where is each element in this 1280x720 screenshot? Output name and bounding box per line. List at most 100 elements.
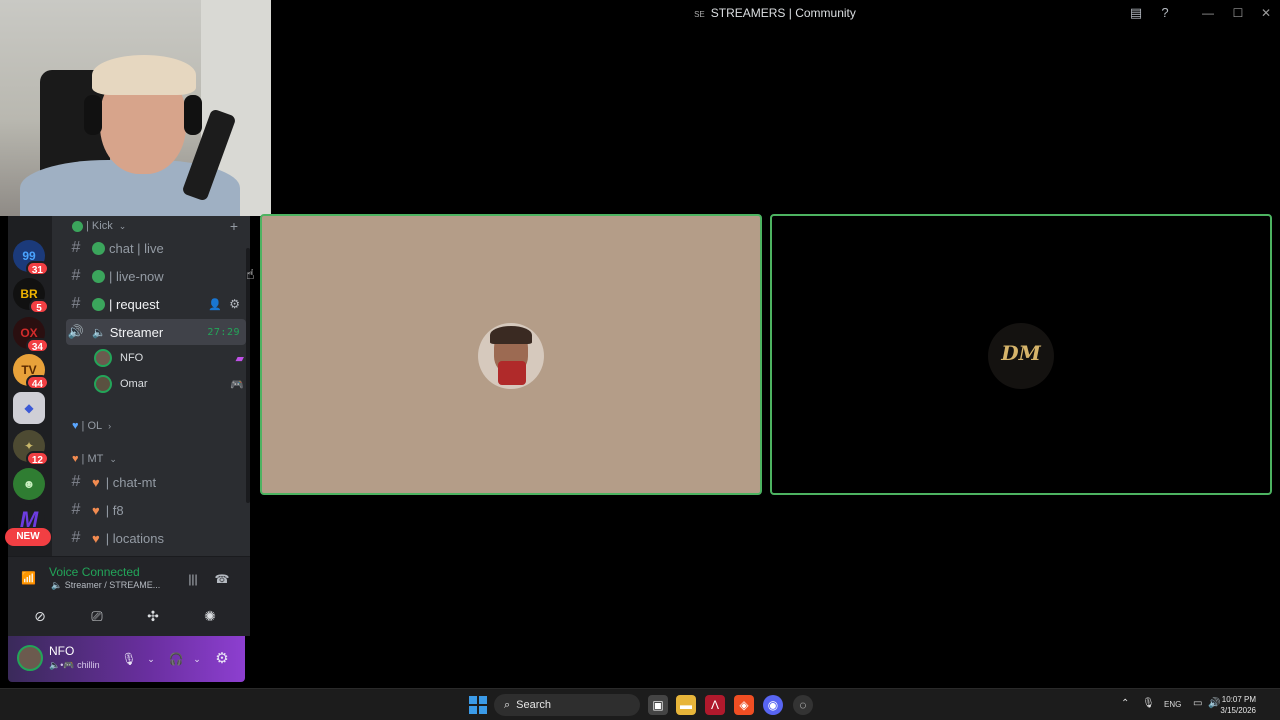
invite-icon[interactable]: 👤 — [208, 298, 222, 311]
voice-connected-panel: 📶 Voice Connected 🔈 Streamer / STREAME..… — [8, 556, 250, 636]
green-circle-icon — [72, 220, 83, 232]
search-icon: ⌕ — [504, 698, 511, 711]
language-indicator[interactable]: ENG — [1164, 700, 1181, 709]
mention-badge: 12 — [25, 451, 49, 466]
hash-icon: # — [71, 239, 81, 256]
category-mt[interactable]: ♥ | MT ⌄ — [72, 453, 117, 465]
avatar — [478, 323, 544, 389]
voice-channel-streamer[interactable]: 🔊 🔈 Streamer 27:29 — [66, 319, 246, 345]
screen-share-button[interactable]: ⎚ — [77, 603, 117, 629]
server-rail: 99 31 BR 5 OX 34 TV 44 ◆ ✦ 12 ☻ M — [8, 216, 52, 556]
tray-chevron-up-icon[interactable]: ⌃ — [1121, 698, 1129, 709]
orange-heart-icon: ♥ — [92, 502, 100, 518]
hand-cursor-icon: ☝ — [246, 266, 255, 282]
discord-icon[interactable]: ◉ — [763, 695, 783, 715]
server-icon-tv[interactable]: TV 44 — [13, 354, 49, 390]
taskbar-search[interactable]: ⌕ Search — [494, 694, 640, 716]
app-circle-icon[interactable]: ◌ — [793, 695, 813, 715]
orange-heart-icon: ♥ — [92, 530, 100, 546]
clock-date: 3/15/2026 — [1220, 706, 1256, 715]
avatar — [94, 349, 112, 367]
channel-list: | Kick ⌄ + # chat | live # | live-now # … — [52, 216, 250, 556]
help-icon[interactable]: ? — [1157, 5, 1173, 21]
mention-badge: 44 — [25, 375, 49, 390]
windows-start-icon[interactable] — [469, 696, 487, 714]
category-ol[interactable]: ♥ | OL › — [72, 420, 111, 432]
voice-status[interactable]: Voice Connected — [49, 565, 140, 579]
close-button[interactable]: ✕ — [1256, 4, 1276, 22]
server-icon-99[interactable]: 99 31 — [13, 240, 49, 276]
category-kick[interactable]: | Kick ⌄ — [72, 220, 126, 232]
headset-left — [84, 95, 102, 135]
dm-logo: DM — [1001, 341, 1041, 365]
video-tile-omar[interactable]: DM — [770, 214, 1272, 495]
settings-gear-icon[interactable]: ⚙ — [214, 650, 230, 668]
hash-icon: # — [71, 529, 81, 546]
chevron-down-icon[interactable]: ⌄ — [143, 650, 159, 668]
voice-location[interactable]: 🔈 Streamer / STREAME... — [51, 580, 160, 591]
clock-time: 10:07 PM — [1221, 695, 1256, 704]
avatar — [94, 375, 112, 393]
channel-live-now[interactable]: # | live-now — [66, 263, 246, 289]
channel-chat-live[interactable]: # chat | live — [66, 235, 246, 261]
volume-icon: 🔈 — [92, 326, 106, 339]
inbox-icon[interactable]: ▤ — [1128, 5, 1144, 21]
blue-heart-icon: ♥ — [72, 420, 79, 432]
tray-volume-icon[interactable]: 🔊 — [1208, 698, 1220, 709]
disconnect-icon[interactable]: ☎ — [212, 569, 232, 589]
maximize-button[interactable]: ☐ — [1228, 4, 1248, 22]
signal-icon[interactable]: 📶 — [21, 571, 36, 585]
voice-actions: ⊘ ⎚ ✣ ✺ — [8, 601, 250, 633]
channel-chat-mt[interactable]: # ♥ | chat-mt — [66, 469, 246, 495]
hash-icon: # — [71, 295, 81, 312]
tray-display-icon[interactable]: ▭ — [1193, 698, 1202, 709]
add-channel-icon[interactable]: + — [230, 218, 238, 234]
headset-right — [184, 95, 202, 135]
minimize-button[interactable]: — — [1198, 4, 1218, 22]
new-badge[interactable]: NEW — [5, 528, 51, 546]
gear-icon[interactable]: ⚙ — [229, 297, 240, 311]
activities-button[interactable]: ✣ — [133, 603, 173, 629]
server-icon-br[interactable]: BR 5 — [13, 278, 49, 314]
cap — [92, 55, 196, 95]
server-icon-shield[interactable]: ◆ — [13, 392, 45, 424]
noise-suppression-icon[interactable]: ||| — [183, 569, 203, 589]
camera-off-button[interactable]: ⊘ — [20, 603, 60, 629]
server-icon-ox[interactable]: OX 34 — [13, 317, 49, 353]
tray-mic-icon[interactable]: 🎙 — [1142, 698, 1155, 709]
task-view-icon[interactable]: ▣ — [648, 695, 668, 715]
microphone-icon[interactable]: 🎙 — [121, 650, 137, 668]
avatar[interactable] — [17, 645, 43, 671]
channel-request[interactable]: # | request 👤 ⚙ — [66, 291, 246, 317]
chevron-down-icon: ⌄ — [118, 220, 127, 231]
speaker-icon: 🔊 — [67, 324, 85, 339]
app-a-icon[interactable]: Λ — [705, 695, 725, 715]
title-bar: SE STREAMERS | Community ▤ ? — ☐ ✕ — [270, 0, 1280, 26]
headphones-icon[interactable]: 🎧 — [168, 650, 184, 668]
channel-locations[interactable]: # ♥ | locations — [66, 525, 246, 551]
hash-icon: # — [71, 473, 81, 490]
server-tag: SE — [694, 10, 705, 19]
green-circle-icon — [92, 269, 105, 283]
soundboard-button[interactable]: ✺ — [190, 603, 230, 629]
server-icon-army[interactable]: ✦ 12 — [13, 430, 49, 466]
hash-icon: # — [71, 267, 81, 284]
orange-heart-icon: ♥ — [72, 453, 79, 465]
channel-scrollbar[interactable] — [246, 248, 250, 503]
chevron-down-icon: ⌄ — [109, 453, 117, 464]
mention-badge: 34 — [25, 338, 49, 353]
voice-user-nfo[interactable]: NFO ▰ — [94, 347, 244, 369]
webcam-overlay — [0, 0, 271, 216]
mention-badge: 5 — [29, 299, 49, 314]
channel-f8[interactable]: # ♥ | f8 — [66, 497, 246, 523]
video-tile-nfo[interactable] — [260, 214, 762, 495]
chevron-down-icon[interactable]: ⌄ — [189, 650, 205, 668]
file-explorer-icon[interactable]: ▬ — [676, 695, 696, 715]
brave-icon[interactable]: ◈ — [734, 695, 754, 715]
voice-user-omar[interactable]: Omar 🎮 — [94, 373, 244, 395]
user-status: 🔈•🎮 chillin — [49, 660, 100, 670]
taskbar-clock[interactable]: 10:07 PM 3/15/2026 — [1220, 694, 1256, 716]
user-name[interactable]: NFO — [49, 644, 74, 658]
server-icon-green[interactable]: ☻ — [13, 468, 45, 500]
speaker-icon: 🔈 — [51, 580, 63, 590]
